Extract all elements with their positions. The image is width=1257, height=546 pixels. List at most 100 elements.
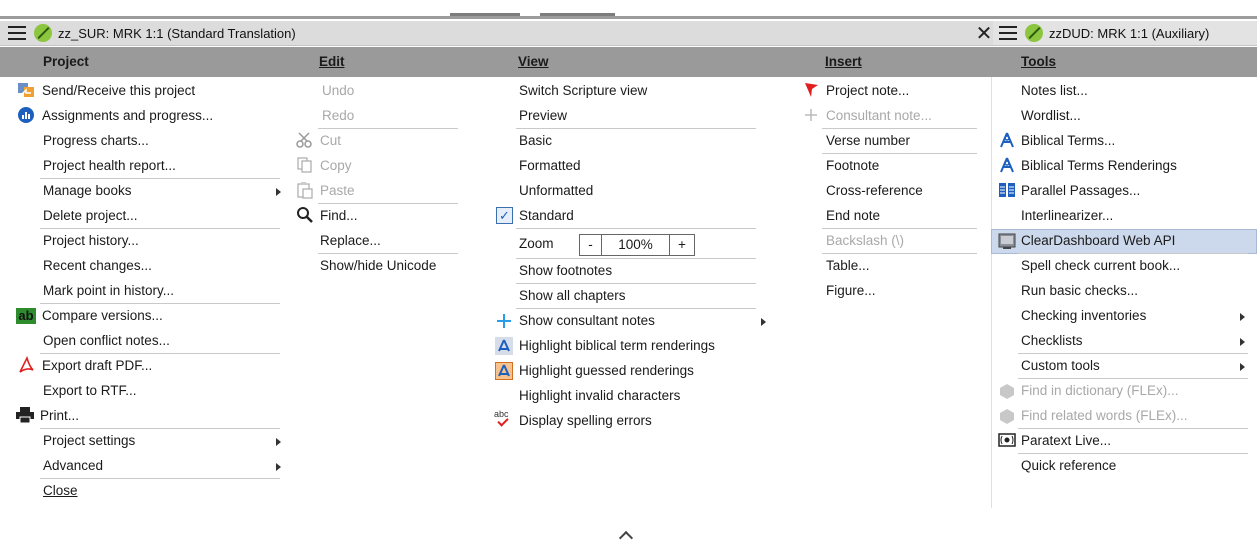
menu-item-advanced[interactable]: Advanced	[43, 454, 103, 478]
submenu-arrow-icon	[1240, 313, 1245, 321]
menu-item-run-basic-checks[interactable]: Run basic checks...	[1021, 279, 1138, 303]
menu-item-formatted[interactable]: Formatted	[519, 154, 581, 178]
menu-item-highlight-invalid[interactable]: Highlight invalid characters	[519, 384, 680, 408]
menu-item-find[interactable]: Find...	[320, 204, 358, 228]
zoom-label: Zoom	[519, 236, 554, 251]
menu-item-consultant-note[interactable]: Consultant note...	[826, 104, 932, 128]
menu-item-replace[interactable]: Replace...	[320, 229, 381, 253]
menu-item-conflict-notes[interactable]: Open conflict notes...	[43, 329, 170, 353]
left-pane-titlebar: zz_SUR: MRK 1:1 (Standard Translation) ✕	[0, 21, 993, 46]
menu-item-parallel-passages[interactable]: Parallel Passages...	[1021, 179, 1140, 203]
checkmark-icon: ✓	[496, 207, 513, 224]
menu-item-delete-project[interactable]: Delete project...	[43, 204, 138, 228]
biblical-term-icon	[495, 337, 513, 355]
paratext-leaf-icon	[34, 24, 52, 42]
close-pane-icon[interactable]: ✕	[975, 21, 993, 46]
menu-item-send-receive[interactable]: Send/Receive this project	[42, 79, 195, 103]
menu-item-health-report[interactable]: Project health report...	[43, 154, 176, 178]
menu-item-basic[interactable]: Basic	[519, 129, 552, 153]
menu-item-show-consultant-notes[interactable]: Show consultant notes	[519, 309, 655, 333]
zoom-in-button[interactable]: +	[670, 235, 694, 255]
menu-item-cross-reference[interactable]: Cross-reference	[826, 179, 923, 203]
menu-item-wordlist[interactable]: Wordlist...	[1021, 104, 1081, 128]
menu-item-recent-changes[interactable]: Recent changes...	[43, 254, 152, 278]
menu-item-highlight-term-renderings[interactable]: Highlight biblical term renderings	[519, 334, 715, 358]
menu-item-figure[interactable]: Figure...	[826, 279, 876, 303]
menu-item-backslash[interactable]: Backslash (\)	[826, 229, 904, 253]
send-receive-icon	[18, 83, 34, 97]
menu-item-manage-books[interactable]: Manage books	[43, 179, 132, 203]
top-divider	[0, 13, 1257, 19]
zoom-value: 100%	[602, 235, 670, 255]
menu-item-checking-inventories[interactable]: Checking inventories	[1021, 304, 1146, 328]
menu-item-standard[interactable]: Standard	[519, 204, 574, 228]
menu-item-close[interactable]: Close	[43, 479, 78, 503]
menu-item-interlinearizer[interactable]: Interlinearizer...	[1021, 204, 1113, 228]
submenu-arrow-icon	[276, 463, 281, 471]
zoom-out-button[interactable]: -	[580, 235, 602, 255]
menu-edit[interactable]: Edit	[319, 47, 345, 77]
left-pane-title: zz_SUR: MRK 1:1 (Standard Translation)	[58, 25, 296, 41]
menu-item-end-note[interactable]: End note	[826, 204, 880, 228]
menu-item-paratext-live[interactable]: Paratext Live...	[1021, 429, 1111, 453]
paratext-leaf-icon	[1025, 24, 1043, 42]
menu-item-compare-versions[interactable]: Compare versions...	[42, 304, 163, 328]
hamburger-menu-icon[interactable]	[8, 26, 26, 40]
chevron-up-icon[interactable]	[618, 530, 634, 546]
menu-item-find-related-words[interactable]: Find related words (FLEx)...	[1021, 404, 1188, 428]
flex-icon	[1000, 409, 1014, 424]
biblical-terms-renderings-icon	[1000, 157, 1014, 173]
menu-item-undo[interactable]: Undo	[322, 79, 354, 103]
print-icon	[16, 407, 34, 424]
menu-item-table[interactable]: Table...	[826, 254, 870, 278]
menu-item-project-history[interactable]: Project history...	[43, 229, 139, 253]
submenu-arrow-icon	[1240, 363, 1245, 371]
menu-tools[interactable]: Tools	[1021, 47, 1056, 77]
menu-item-print[interactable]: Print...	[40, 404, 79, 428]
menu-item-footnote[interactable]: Footnote	[826, 154, 879, 178]
menu-insert[interactable]: Insert	[825, 47, 862, 77]
menu-item-redo[interactable]: Redo	[322, 104, 354, 128]
menu-item-quick-reference[interactable]: Quick reference	[1021, 454, 1116, 478]
menu-item-spelling-errors[interactable]: Display spelling errors	[519, 409, 652, 433]
menu-item-preview[interactable]: Preview	[519, 104, 567, 128]
submenu-arrow-icon	[1240, 338, 1245, 346]
menu-item-mark-point[interactable]: Mark point in history...	[43, 279, 174, 303]
parallel-passages-icon	[999, 183, 1015, 197]
separator	[516, 228, 756, 229]
menu-item-show-footnotes[interactable]: Show footnotes	[519, 259, 612, 283]
menu-view[interactable]: View	[518, 47, 549, 77]
copy-icon	[297, 157, 312, 173]
menu-item-show-hide-unicode[interactable]: Show/hide Unicode	[320, 254, 436, 278]
paste-icon	[297, 182, 313, 199]
menu-item-cleardashboard-web-api[interactable]: ClearDashboard Web API	[1021, 229, 1175, 253]
menu-item-find-in-dictionary[interactable]: Find in dictionary (FLEx)...	[1021, 379, 1179, 403]
menu-item-switch-scripture-view[interactable]: Switch Scripture view	[519, 79, 647, 103]
menu-item-export-rtf[interactable]: Export to RTF...	[43, 379, 137, 403]
menu-item-cut[interactable]: Cut	[320, 129, 341, 153]
menu-item-copy[interactable]: Copy	[320, 154, 352, 178]
menu-item-spell-check[interactable]: Spell check current book...	[1021, 254, 1180, 278]
menu-item-highlight-guessed[interactable]: Highlight guessed renderings	[519, 359, 694, 383]
menu-item-verse-number[interactable]: Verse number	[826, 129, 910, 153]
menu-item-export-pdf[interactable]: Export draft PDF...	[42, 354, 152, 378]
menu-item-custom-tools[interactable]: Custom tools	[1021, 354, 1100, 378]
menu-item-progress-charts[interactable]: Progress charts...	[43, 129, 149, 153]
menu-item-paste[interactable]: Paste	[320, 179, 355, 203]
menu-item-unformatted[interactable]: Unformatted	[519, 179, 593, 203]
menu-project[interactable]: Project	[43, 47, 89, 77]
find-icon	[297, 207, 313, 223]
menu-item-project-note[interactable]: Project note...	[826, 79, 909, 103]
menu-item-show-all-chapters[interactable]: Show all chapters	[519, 284, 626, 308]
menu-item-notes-list[interactable]: Notes list...	[1021, 79, 1088, 103]
menu-item-biblical-terms[interactable]: Biblical Terms...	[1021, 129, 1115, 153]
menu-item-assignments[interactable]: Assignments and progress...	[42, 104, 213, 128]
flex-icon	[1000, 384, 1014, 399]
menu-item-checklists[interactable]: Checklists	[1021, 329, 1083, 353]
menu-item-project-settings[interactable]: Project settings	[43, 429, 135, 453]
menu-item-biblical-terms-renderings[interactable]: Biblical Terms Renderings	[1021, 154, 1177, 178]
submenu-arrow-icon	[761, 318, 766, 326]
paratext-live-icon	[998, 433, 1016, 447]
note-flag-icon	[805, 83, 818, 97]
hamburger-menu-icon[interactable]	[999, 26, 1017, 40]
